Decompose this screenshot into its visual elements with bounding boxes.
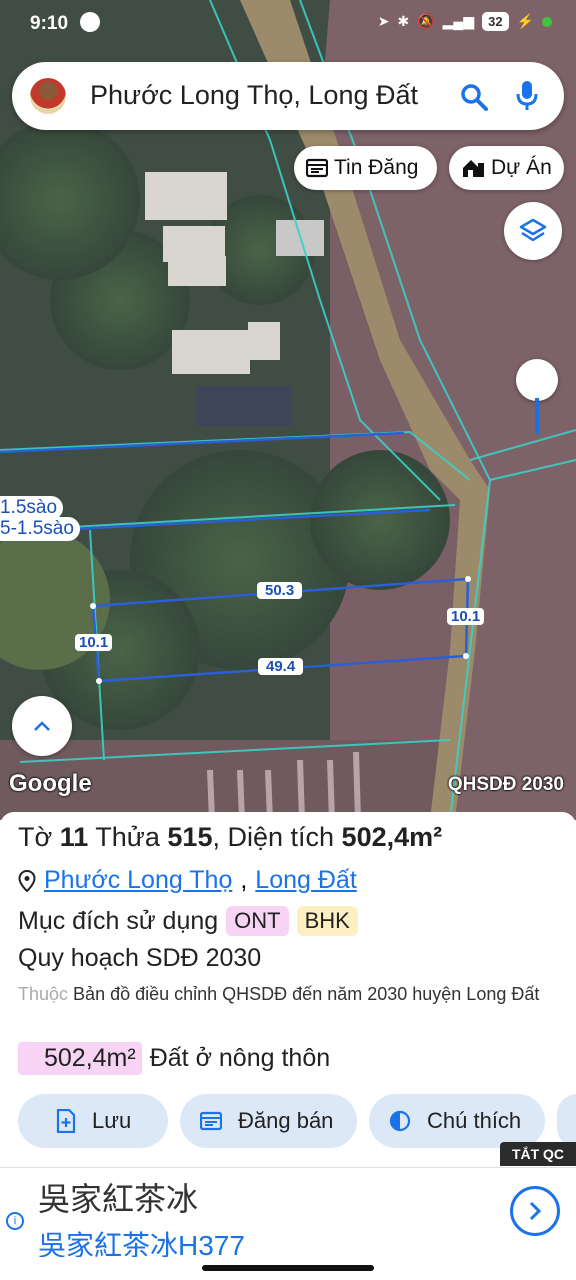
district-link[interactable]: Long Đất (255, 866, 356, 895)
microphone-icon[interactable] (515, 80, 539, 112)
land-purpose: Mục đích sử dụng ONT BHK (18, 906, 358, 936)
map-area-label-2[interactable]: 5-1.5sào (0, 517, 80, 541)
listing-icon (200, 1111, 222, 1131)
google-logo: Google (9, 770, 92, 797)
dimension-bottom-text: 49.4 (258, 658, 304, 675)
save-button-label: Lưu (92, 1108, 132, 1133)
legend-label: Chú thích (427, 1108, 522, 1133)
mute-icon: 🔕 (417, 13, 435, 29)
layers-button[interactable] (504, 202, 562, 260)
dimension-left-text: 10.1 (75, 634, 113, 651)
area-label: , Diện tích (212, 822, 335, 852)
dimension-right: 10.1 (447, 608, 485, 626)
dimension-top-text: 50.3 (257, 582, 303, 599)
expand-panel-button[interactable] (12, 696, 72, 756)
dimension-left: 10.1 (75, 634, 113, 652)
purpose-tag-ont[interactable]: ONT (226, 906, 289, 936)
file-add-icon (56, 1109, 76, 1133)
plan-desc-text: Bản đồ điều chỉnh QHSDĐ đến năm 2030 huy… (73, 984, 540, 1004)
messenger-icon (80, 12, 100, 32)
status-time: 9:10 (30, 13, 69, 34)
search-input[interactable]: Phước Long Thọ, Long Đất (90, 80, 418, 111)
listings-chip[interactable]: Tin Đăng (294, 146, 437, 190)
action-buttons: Lưu Đăng bán Chú thích (18, 1094, 576, 1148)
contrast-icon (389, 1110, 411, 1132)
avatar[interactable] (30, 78, 66, 114)
ad-open-button[interactable] (510, 1186, 560, 1236)
search-bar[interactable]: Phước Long Thọ, Long Đất (12, 62, 564, 130)
plan-prefix: Thuộc (18, 984, 69, 1004)
post-sale-label: Đăng bán (238, 1108, 334, 1133)
listings-chip-label: Tin Đăng (334, 156, 419, 179)
ad-info-icon[interactable]: i (6, 1212, 24, 1230)
close-ad-button[interactable]: TẮT QC (500, 1142, 576, 1166)
battery-icon: 32 (482, 12, 509, 31)
location-separator: , (240, 866, 248, 894)
privacy-dot-icon (542, 16, 552, 27)
save-button[interactable]: Lưu (18, 1094, 168, 1148)
layers-icon (519, 218, 547, 242)
projects-chip[interactable]: Dự Án (449, 146, 564, 190)
more-actions-edge[interactable] (557, 1094, 576, 1148)
search-icon[interactable] (459, 82, 489, 112)
land-type-area-badge: 502,4m² (18, 1042, 142, 1075)
opacity-slider-handle[interactable] (516, 359, 558, 401)
projects-chip-label: Dự Án (491, 156, 552, 179)
status-bar: 9:10 ➤ ✱ 🔕 ▂▄▆ 32 ⚡ (0, 0, 576, 48)
status-icons: ➤ ✱ 🔕 ▂▄▆ 32 ⚡ (378, 12, 552, 31)
plan-title: Quy hoạch SDĐ 2030 (18, 944, 262, 972)
home-gesture-handle[interactable] (202, 1265, 374, 1271)
house-icon (463, 160, 484, 177)
purpose-label: Mục đích sử dụng (18, 906, 219, 935)
sheet-number: 11 (59, 822, 89, 852)
post-sale-button[interactable]: Đăng bán (180, 1094, 357, 1148)
ad-title: 吳家紅茶冰 (38, 1181, 199, 1217)
charging-icon: ⚡ (516, 13, 534, 29)
lot-number: 515 (167, 822, 213, 852)
chevron-up-icon (34, 721, 50, 731)
bluetooth-icon: ✱ (397, 13, 410, 29)
map-layer-label: QHSDĐ 2030 (447, 774, 564, 795)
parcel-info-panel: Tờ 11 Thửa 515, Diện tích 502,4m² Phước … (0, 812, 576, 1167)
land-type-label: Đất ở nông thôn (149, 1044, 331, 1072)
legend-button[interactable]: Chú thích (369, 1094, 545, 1148)
commune-link[interactable]: Phước Long Thọ (44, 866, 232, 895)
lot-label: Thửa (95, 822, 160, 852)
chevron-right-icon (529, 1201, 542, 1221)
parcel-location: Phước Long Thọ, Long Đất (18, 866, 357, 895)
signal-icon: ▂▄▆ (442, 13, 475, 29)
opacity-slider-track[interactable] (535, 398, 539, 434)
ad-banner[interactable]: i 吳家紅茶冰 吳家紅茶冰H377 (0, 1167, 576, 1261)
land-type-row: 502,4m² Đất ở nông thôn (18, 1042, 330, 1075)
dimension-top: 50.3 (257, 582, 303, 600)
parcel-area: 502,4m² (341, 822, 443, 852)
listing-icon (306, 158, 328, 178)
location-pin-icon (18, 869, 36, 892)
location-icon: ➤ (377, 13, 390, 29)
sheet-label: Tờ (18, 822, 53, 852)
plan-description: Thuộc Bản đồ điều chỉnh QHSDĐ đến năm 20… (18, 980, 558, 1008)
dimension-bottom: 49.4 (258, 658, 304, 676)
navigation-bar (0, 1257, 576, 1280)
dimension-right-text: 10.1 (447, 608, 485, 625)
purpose-tag-bhk[interactable]: BHK (296, 906, 358, 936)
parcel-title: Tờ 11 Thửa 515, Diện tích 502,4m² (18, 822, 442, 853)
